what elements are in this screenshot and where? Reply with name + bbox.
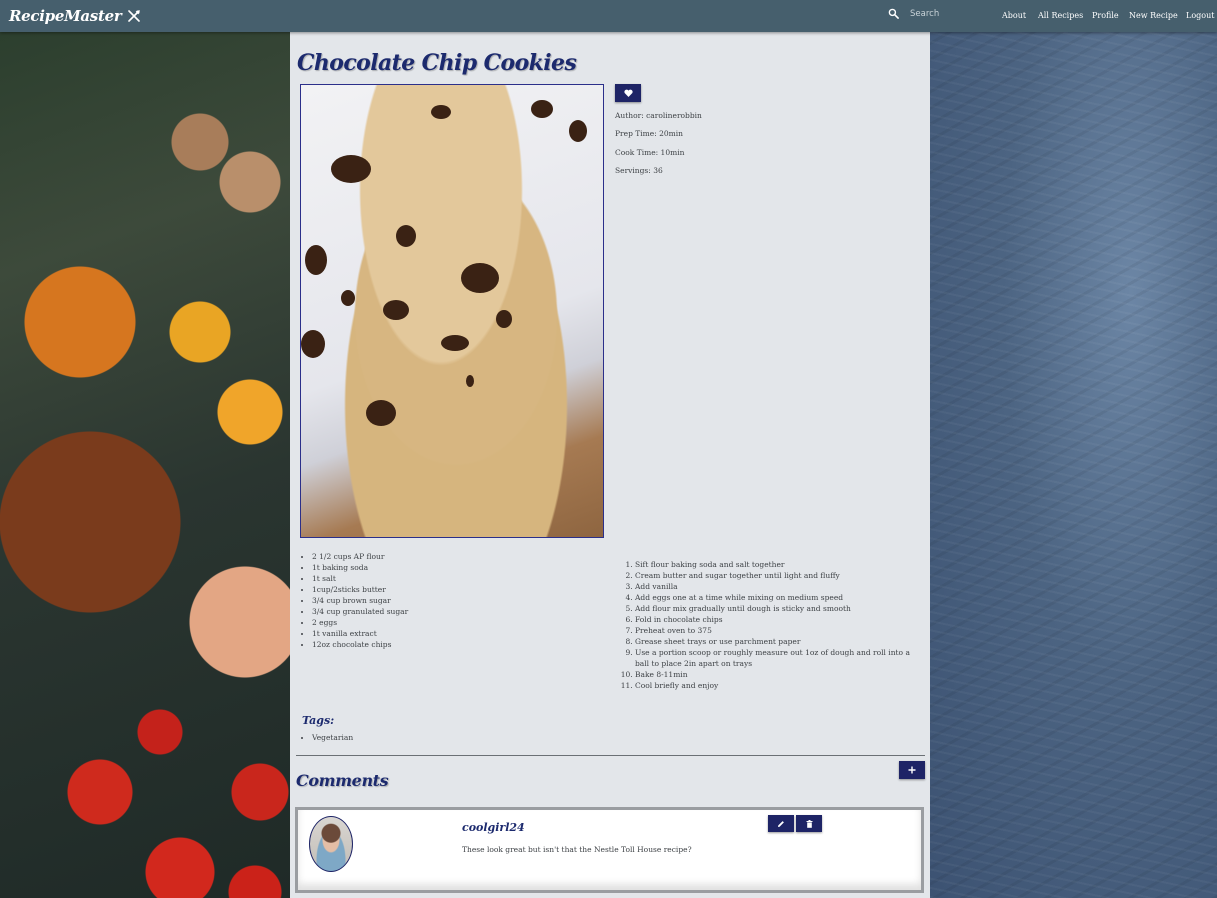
nav-logout[interactable]: Logout bbox=[1186, 11, 1214, 20]
comments-heading: Comments bbox=[296, 771, 389, 790]
delete-comment-button[interactable] bbox=[796, 815, 822, 832]
ingredient-item: 3/4 cup granulated sugar bbox=[312, 606, 408, 617]
step-item: Cream butter and sugar together until li… bbox=[635, 570, 915, 581]
nav-all-recipes[interactable]: All Recipes bbox=[1038, 11, 1083, 20]
avatar bbox=[309, 816, 353, 872]
recipe-prep-time: Prep Time: 20min bbox=[615, 129, 684, 138]
ingredient-item: 2 1/2 cups AP flour bbox=[312, 551, 408, 562]
ingredient-item: 2 eggs bbox=[312, 617, 408, 628]
recipe-title: Chocolate Chip Cookies bbox=[297, 50, 577, 76]
add-comment-button[interactable] bbox=[899, 761, 925, 779]
step-item: Bake 8-11min bbox=[635, 669, 915, 680]
stone-background-image bbox=[930, 32, 1217, 898]
comment-username[interactable]: coolgirl24 bbox=[462, 821, 525, 834]
recipe-author: Author: carolinerobbin bbox=[615, 111, 702, 120]
vegetables-background-image bbox=[0, 32, 290, 898]
ingredient-item: 12oz chocolate chips bbox=[312, 639, 408, 650]
step-item: Sift flour baking soda and salt together bbox=[635, 559, 915, 570]
step-item: Fold in chocolate chips bbox=[635, 614, 915, 625]
favorite-button[interactable] bbox=[615, 84, 641, 102]
comment-card: coolgirl24 These look great but isn't th… bbox=[295, 807, 924, 893]
ingredient-item: 1cup/2sticks butter bbox=[312, 584, 408, 595]
ingredients-list: 2 1/2 cups AP flour 1t baking soda 1t sa… bbox=[312, 551, 408, 650]
step-item: Cool briefly and enjoy bbox=[635, 680, 915, 691]
nav-profile[interactable]: Profile bbox=[1092, 11, 1119, 20]
recipe-cook-time: Cook Time: 10min bbox=[615, 148, 685, 157]
tags-list: Vegetarian bbox=[312, 733, 353, 742]
plus-icon bbox=[908, 766, 916, 774]
heart-icon bbox=[623, 89, 633, 97]
ingredient-item: 1t salt bbox=[312, 573, 408, 584]
tags-heading: Tags: bbox=[302, 714, 335, 727]
recipe-photo bbox=[300, 84, 604, 538]
step-item: Preheat oven to 375 bbox=[635, 625, 915, 636]
trash-icon bbox=[806, 819, 812, 828]
step-item: Add vanilla bbox=[635, 581, 915, 592]
ingredient-item: 1t vanilla extract bbox=[312, 628, 408, 639]
step-item: Add flour mix gradually until dough is s… bbox=[635, 603, 915, 614]
step-item: Add eggs one at a time while mixing on m… bbox=[635, 592, 915, 603]
pencil-icon bbox=[778, 820, 784, 827]
step-item: Use a portion scoop or roughly measure o… bbox=[635, 647, 915, 669]
tag-item[interactable]: Vegetarian bbox=[312, 733, 353, 742]
recipe-main-panel: Chocolate Chip Cookies Author: caroliner… bbox=[290, 32, 930, 898]
steps-list: Sift flour baking soda and salt together… bbox=[635, 559, 915, 691]
comment-text: These look great but isn't that the Nest… bbox=[462, 845, 692, 854]
step-item: Grease sheet trays or use parchment pape… bbox=[635, 636, 915, 647]
section-divider bbox=[296, 755, 925, 756]
edit-comment-button[interactable] bbox=[768, 815, 794, 832]
nav-about[interactable]: About bbox=[1002, 11, 1026, 20]
recipe-servings: Servings: 36 bbox=[615, 166, 663, 175]
nav-new-recipe[interactable]: New Recipe bbox=[1129, 11, 1178, 20]
navbar: RecipeMaster About All Recipes Profile N… bbox=[0, 0, 1217, 32]
ingredient-item: 3/4 cup brown sugar bbox=[312, 595, 408, 606]
ingredient-item: 1t baking soda bbox=[312, 562, 408, 573]
